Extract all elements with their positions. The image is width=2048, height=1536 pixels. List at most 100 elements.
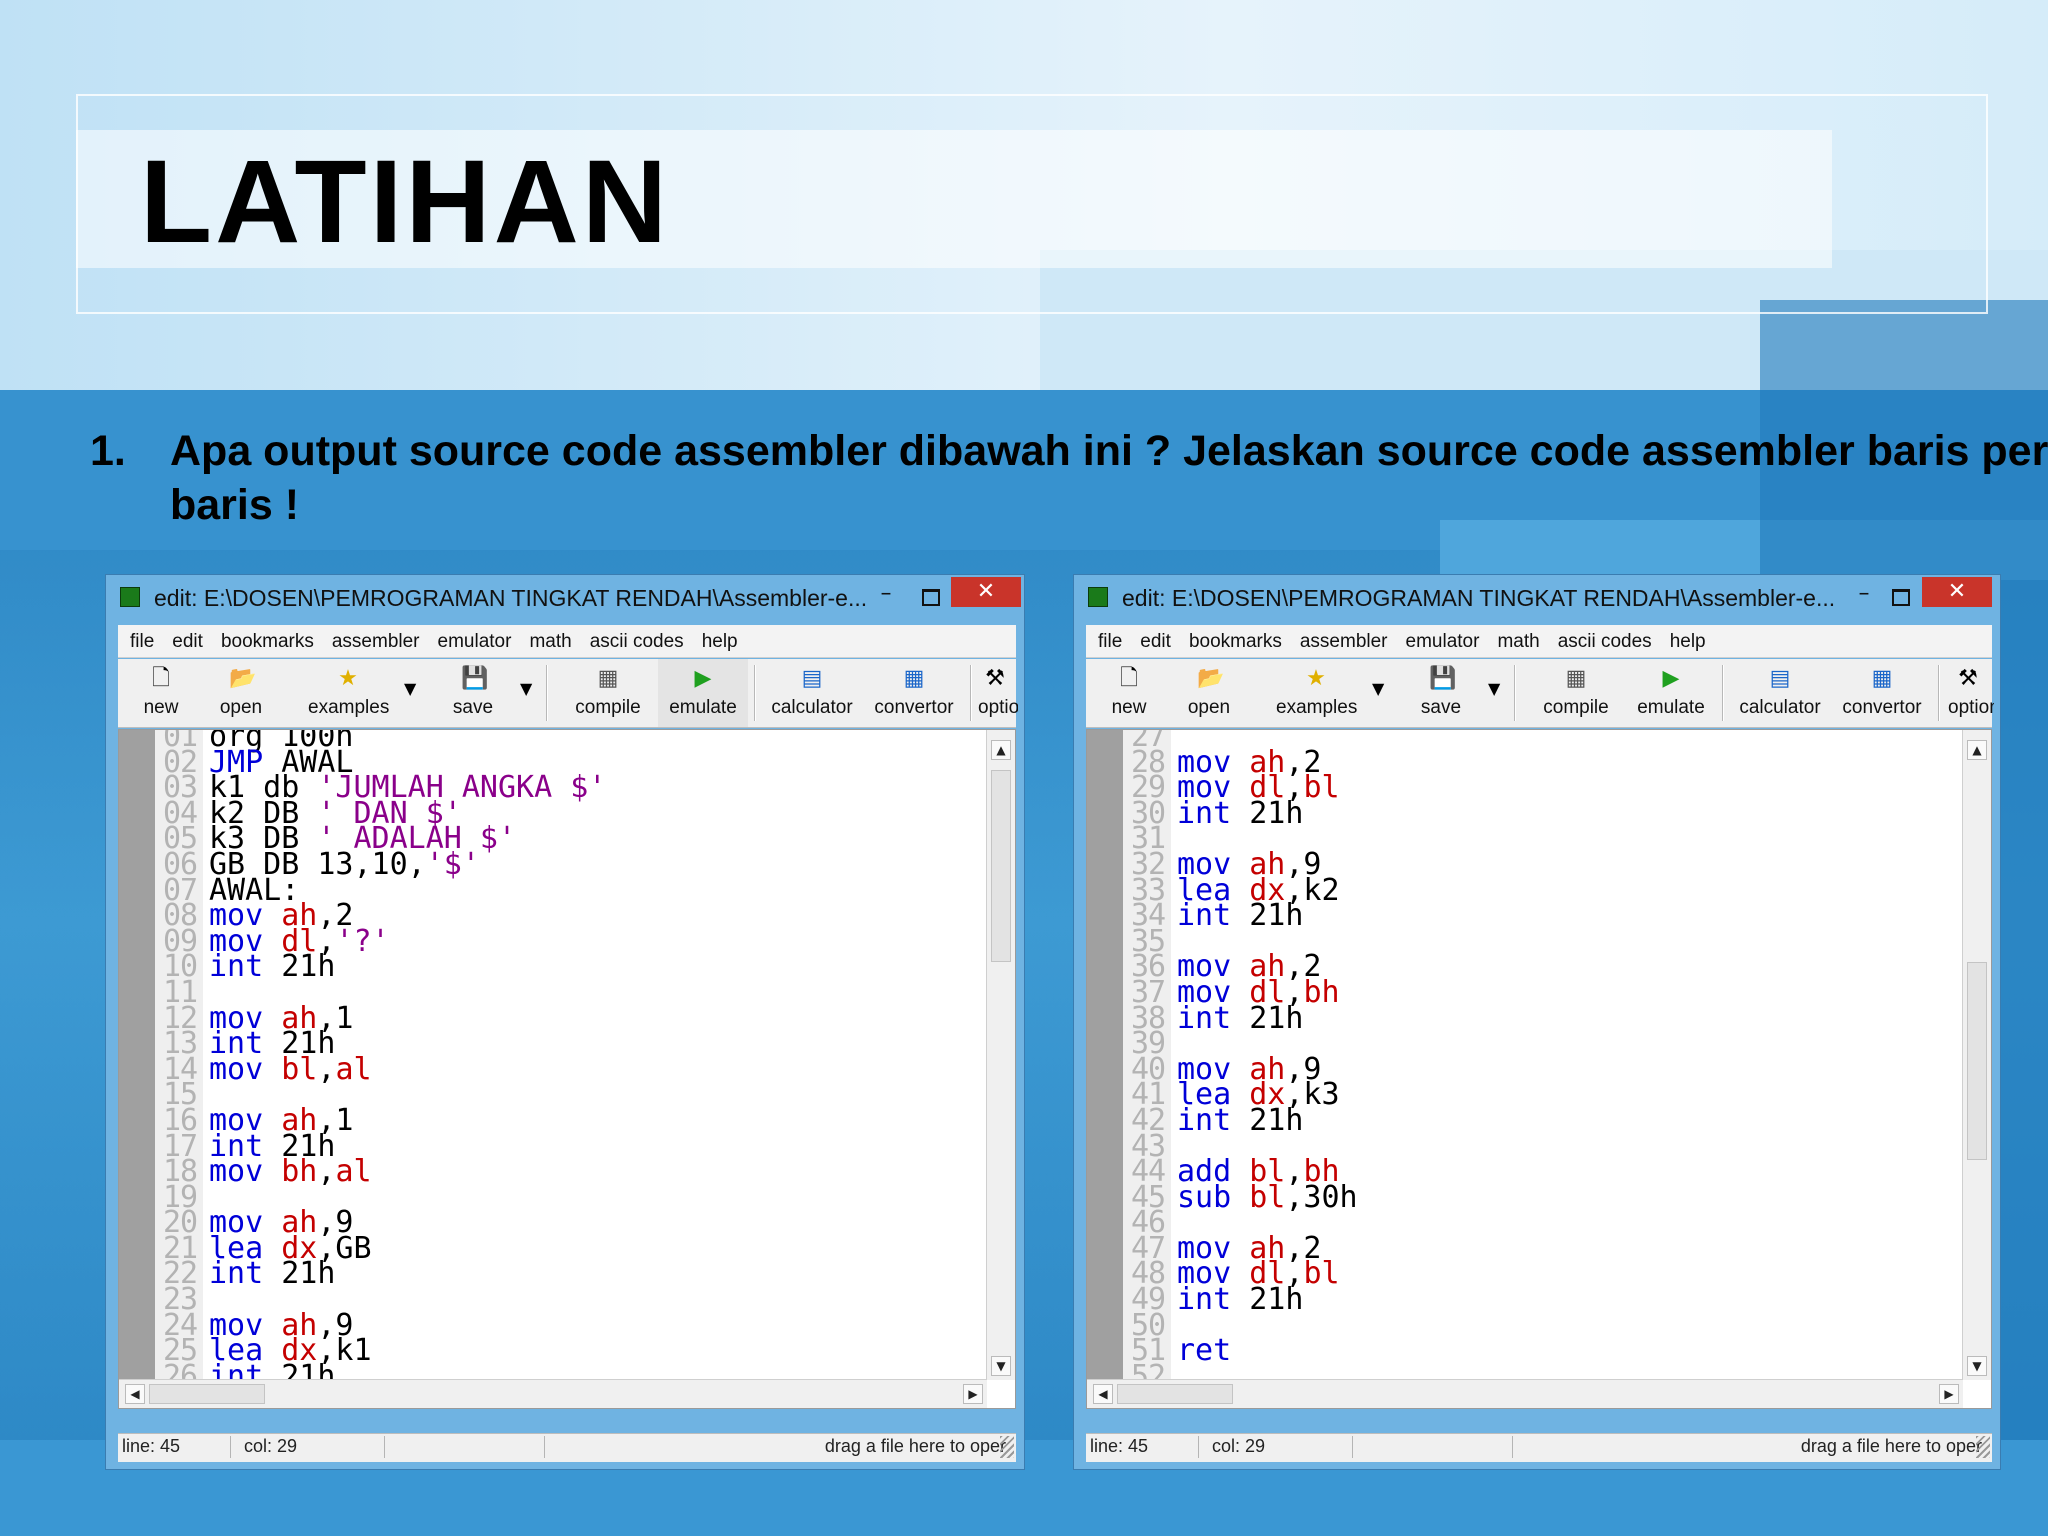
option-button[interactable]: ⚒option bbox=[972, 659, 1018, 727]
menu-help[interactable]: help bbox=[1670, 625, 1706, 653]
code-line[interactable]: 38 int 21h bbox=[1123, 1003, 1961, 1033]
maximize-button[interactable] bbox=[1880, 583, 1920, 613]
close-button[interactable]: ✕ bbox=[951, 577, 1021, 607]
menu-file[interactable]: file bbox=[130, 625, 154, 653]
scroll-down-icon[interactable]: ▼ bbox=[1967, 1356, 1987, 1376]
scroll-right-icon[interactable]: ▶ bbox=[963, 1384, 983, 1404]
code-line[interactable]: 10 int 21h bbox=[155, 952, 985, 982]
code-editor[interactable]: 27 28 mov ah,2 29 mov dl,bl 30 int 21h 31 32 mov … bbox=[1086, 729, 1992, 1409]
scroll-right-icon[interactable]: ▶ bbox=[1939, 1384, 1959, 1404]
code-token: 21h bbox=[1231, 795, 1304, 831]
code-line[interactable]: 42 int 21h bbox=[1123, 1105, 1961, 1135]
menu-assembler[interactable]: assembler bbox=[1300, 625, 1388, 653]
code-line[interactable]: 30 int 21h bbox=[1123, 798, 1961, 828]
save-button[interactable]: 💾 save bbox=[1404, 659, 1478, 727]
menu-math[interactable]: math bbox=[1497, 625, 1539, 653]
save-button[interactable]: 💾 save bbox=[436, 659, 510, 727]
menu-edit[interactable]: edit bbox=[1140, 625, 1171, 653]
open-button[interactable]: 📂 open bbox=[1172, 659, 1246, 727]
menu-file[interactable]: file bbox=[1098, 625, 1122, 653]
hscroll-thumb[interactable] bbox=[1117, 1384, 1233, 1404]
minimize-button[interactable]: – bbox=[1844, 581, 1884, 611]
scroll-thumb[interactable] bbox=[1967, 962, 1987, 1160]
title-bar[interactable]: edit: E:\DOSEN\PEMROGRAMAN TINGKAT RENDA… bbox=[106, 575, 1024, 623]
scroll-thumb[interactable] bbox=[991, 770, 1011, 962]
menu-assembler[interactable]: assembler bbox=[332, 625, 420, 653]
slide-title: LATIHAN bbox=[140, 136, 671, 268]
option-button[interactable]: ⚒option bbox=[1942, 659, 1994, 727]
menu-edit[interactable]: edit bbox=[172, 625, 203, 653]
save-dropdown-arrow[interactable]: ▼ bbox=[1488, 679, 1500, 698]
horizontal-scrollbar[interactable]: ◀ ▶ bbox=[1087, 1379, 1963, 1408]
convertor-button[interactable]: ▦ convertor bbox=[864, 659, 964, 727]
toolbar-separator bbox=[1722, 665, 1724, 721]
code-line[interactable]: 49 int 21h bbox=[1123, 1285, 1961, 1315]
new-button[interactable]: 🗋 new bbox=[124, 659, 198, 727]
maximize-button[interactable] bbox=[910, 583, 950, 613]
code-line[interactable]: 22 int 21h bbox=[155, 1259, 985, 1289]
code-token: int bbox=[1177, 1000, 1232, 1036]
maximize-icon bbox=[1892, 589, 1910, 606]
code-token: 21h bbox=[1231, 1000, 1304, 1036]
minimize-button[interactable]: – bbox=[866, 581, 906, 611]
code-editor[interactable]: 01 org 100h 02 JMP AWAL 03 k1 db 'JUMLAH ANGK… bbox=[118, 729, 1016, 1409]
new-file-icon: 🗋 bbox=[152, 666, 170, 691]
code-line[interactable]: 45 sub bl,30h bbox=[1123, 1182, 1961, 1212]
menu-ascii-codes[interactable]: ascii codes bbox=[1558, 625, 1652, 653]
scroll-left-icon[interactable]: ◀ bbox=[1093, 1384, 1113, 1404]
calculator-button[interactable]: ▤ calculator bbox=[760, 659, 864, 727]
emulate-button[interactable]: ▶ emulate bbox=[658, 659, 748, 727]
code-text: int 21h bbox=[1171, 898, 1303, 933]
code-token: 21h bbox=[1231, 1282, 1304, 1318]
code-line[interactable]: 14 mov bl,al bbox=[155, 1054, 985, 1084]
examples-button[interactable]: ★ examples bbox=[308, 659, 389, 727]
code-line[interactable]: 51 ret bbox=[1123, 1336, 1961, 1366]
toolbar: 🗋 new 📂 open ★ examples ▼ 💾 save ▼ ▦ compile … bbox=[118, 659, 1018, 728]
scroll-down-icon[interactable]: ▼ bbox=[991, 1356, 1011, 1376]
question-text: Apa output source code assembler dibawah… bbox=[170, 427, 2048, 529]
open-button[interactable]: 📂 open bbox=[204, 659, 278, 727]
scroll-up-icon[interactable]: ▲ bbox=[1967, 740, 1987, 760]
chip-app-icon bbox=[120, 587, 140, 607]
compile-button[interactable]: ▦ compile bbox=[558, 659, 658, 727]
examples-button[interactable]: ★ examples bbox=[1276, 659, 1357, 727]
save-dropdown-arrow[interactable]: ▼ bbox=[520, 679, 532, 698]
window-title: edit: E:\DOSEN\PEMROGRAMAN TINGKAT RENDA… bbox=[154, 585, 868, 611]
horizontal-scrollbar[interactable]: ◀ ▶ bbox=[119, 1379, 987, 1408]
scroll-up-icon[interactable]: ▲ bbox=[991, 740, 1011, 760]
breakpoint-gutter[interactable] bbox=[119, 730, 155, 1408]
menu-bookmarks[interactable]: bookmarks bbox=[1189, 625, 1282, 653]
close-button[interactable]: ✕ bbox=[1922, 577, 1992, 607]
calculator-button[interactable]: ▤ calculator bbox=[1728, 659, 1832, 727]
resize-grip[interactable] bbox=[1976, 1436, 1990, 1458]
code-token: , bbox=[317, 1154, 336, 1190]
vertical-scrollbar[interactable]: ▲ ▼ bbox=[1962, 730, 1991, 1380]
examples-dropdown-arrow[interactable]: ▼ bbox=[1372, 679, 1384, 698]
menu-emulator[interactable]: emulator bbox=[438, 625, 512, 653]
new-file-icon: 🗋 bbox=[1120, 666, 1138, 691]
title-bar[interactable]: edit: E:\DOSEN\PEMROGRAMAN TINGKAT RENDA… bbox=[1074, 575, 2000, 623]
status-line: line: 45 bbox=[1086, 1436, 1199, 1458]
compile-button[interactable]: ▦ compile bbox=[1526, 659, 1626, 727]
new-button[interactable]: 🗋 new bbox=[1092, 659, 1166, 727]
code-lines: 27 28 mov ah,2 29 mov dl,bl 30 int 21h 31 32 mov … bbox=[1123, 730, 1961, 1408]
code-token: int bbox=[1177, 1102, 1232, 1138]
menu-emulator[interactable]: emulator bbox=[1406, 625, 1480, 653]
code-line[interactable]: 18 mov bh,al bbox=[155, 1157, 985, 1187]
menu-help[interactable]: help bbox=[702, 625, 738, 653]
code-line[interactable]: 34 int 21h bbox=[1123, 901, 1961, 931]
menu-math[interactable]: math bbox=[529, 625, 571, 653]
menu-bookmarks[interactable]: bookmarks bbox=[221, 625, 314, 653]
vertical-scrollbar[interactable]: ▲ ▼ bbox=[986, 730, 1015, 1380]
emulate-button[interactable]: ▶ emulate bbox=[1626, 659, 1716, 727]
resize-grip[interactable] bbox=[1000, 1436, 1014, 1458]
breakpoint-gutter[interactable] bbox=[1087, 730, 1123, 1408]
star-icon: ★ bbox=[1306, 666, 1326, 691]
hscroll-thumb[interactable] bbox=[149, 1384, 265, 1404]
convertor-button[interactable]: ▦ convertor bbox=[1832, 659, 1932, 727]
menu-ascii-codes[interactable]: ascii codes bbox=[590, 625, 684, 653]
code-token: bh bbox=[1303, 974, 1340, 1010]
scroll-left-icon[interactable]: ◀ bbox=[125, 1384, 145, 1404]
examples-dropdown-arrow[interactable]: ▼ bbox=[404, 679, 416, 698]
status-col: col: 29 bbox=[240, 1436, 385, 1458]
